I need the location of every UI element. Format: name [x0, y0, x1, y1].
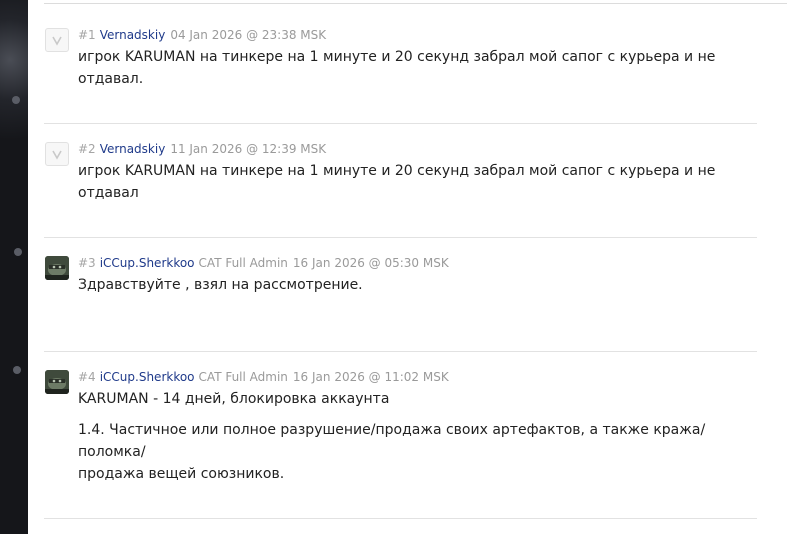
- post-text-line: игрок KARUMAN на тинкере на 1 минуте и 2…: [78, 163, 716, 201]
- post-body: Здравствуйте , взял на рассмотрение.: [78, 274, 748, 296]
- post-date: 04 Jan 2026 @ 23:38 MSK: [170, 28, 327, 42]
- post-body: KARUMAN - 14 дней, блокировка аккаунта 1…: [78, 388, 748, 485]
- post-number[interactable]: #4: [78, 370, 96, 384]
- post-meta: #4 iCCup.Sherkkoo CAT Full Admin 16 Jan 202…: [78, 370, 449, 384]
- decor-dot: [14, 248, 22, 256]
- user-avatar-image[interactable]: [45, 370, 69, 394]
- post-text-line: продажа вещей союзников.: [78, 466, 285, 482]
- post-text-line: Здравствуйте , взял на рассмотрение.: [78, 277, 363, 293]
- post-date: 16 Jan 2026 @ 05:30 MSK: [292, 256, 449, 270]
- user-role-badge: CAT Full Admin: [198, 256, 288, 270]
- post-date: 11 Jan 2026 @ 12:39 MSK: [170, 142, 327, 156]
- post-author-link[interactable]: Vernadskiy: [100, 142, 166, 156]
- blank-avatar-icon[interactable]: [45, 28, 69, 52]
- post-meta: #3 iCCup.Sherkkoo CAT Full Admin 16 Jan 202…: [78, 256, 449, 270]
- post-number[interactable]: #3: [78, 256, 96, 270]
- post-divider: [44, 351, 757, 352]
- post-number[interactable]: #2: [78, 142, 96, 156]
- post-author-link[interactable]: iCCup.Sherkkoo: [100, 256, 195, 270]
- post-body: игрок KARUMAN на тинкере на 1 минуте и 2…: [78, 160, 748, 204]
- post-meta: #1 Vernadskiy 04 Jan 2026 @ 23:38 MSK: [78, 28, 326, 42]
- background-side-panel: [0, 0, 28, 534]
- post-number[interactable]: #1: [78, 28, 96, 42]
- post-date: 16 Jan 2026 @ 11:02 MSK: [292, 370, 449, 384]
- post-author-link[interactable]: iCCup.Sherkkoo: [100, 370, 195, 384]
- post-divider: [44, 123, 757, 124]
- user-role-badge: CAT Full Admin: [198, 370, 288, 384]
- post-text-line: игрок KARUMAN на тинкере на 1 минуте и 2…: [78, 49, 716, 87]
- decor-dot: [12, 96, 20, 104]
- forum-thread: #1 Vernadskiy 04 Jan 2026 @ 23:38 MSK игро…: [28, 0, 787, 534]
- post-divider: [44, 518, 757, 519]
- top-divider: [44, 3, 787, 4]
- user-avatar-image[interactable]: [45, 256, 69, 280]
- post-text-line: KARUMAN - 14 дней, блокировка аккаунта: [78, 391, 390, 407]
- post-divider: [44, 237, 757, 238]
- blank-avatar-icon[interactable]: [45, 142, 69, 166]
- post-meta: #2 Vernadskiy 11 Jan 2026 @ 12:39 MSK: [78, 142, 326, 156]
- post-body: игрок KARUMAN на тинкере на 1 минуте и 2…: [78, 46, 748, 90]
- post-text-line: 1.4. Частичное или полное разрушение/про…: [78, 422, 706, 460]
- post-author-link[interactable]: Vernadskiy: [100, 28, 166, 42]
- decor-dot: [13, 366, 21, 374]
